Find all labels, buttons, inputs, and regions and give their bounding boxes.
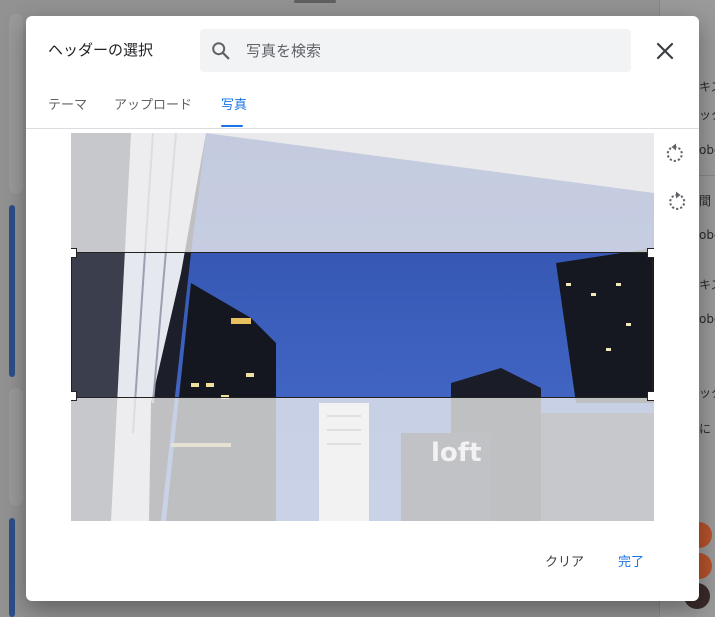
crop-dim-top <box>71 133 654 252</box>
background-text: obo <box>699 312 715 326</box>
background-text: obo <box>699 143 715 157</box>
close-icon[interactable] <box>653 39 677 63</box>
tab-upload[interactable]: アップロード <box>114 94 192 113</box>
photo-crop-area[interactable]: loft <box>71 133 654 521</box>
background-card <box>9 14 23 194</box>
background-text: obo <box>699 228 715 242</box>
tab-theme[interactable]: テーマ <box>48 94 87 113</box>
crop-selection[interactable] <box>71 252 653 398</box>
crop-handle-top-left[interactable] <box>71 248 77 258</box>
header-select-dialog: ヘッダーの選択 テーマ アップロード 写真 <box>26 16 699 601</box>
search-box[interactable] <box>200 29 631 72</box>
clear-button[interactable]: クリア <box>545 551 584 570</box>
rotate-left-icon[interactable] <box>664 142 688 166</box>
crop-handle-bottom-left[interactable] <box>71 391 77 401</box>
background-accent-bar <box>9 205 15 377</box>
background-text: に <box>699 422 712 436</box>
rotate-right-icon[interactable] <box>664 190 688 214</box>
background-text: 間 <box>699 194 712 208</box>
tab-divider <box>26 128 699 129</box>
background-drag-handle <box>294 0 336 3</box>
crop-handle-top-right[interactable] <box>647 248 654 258</box>
background-text: ッタ <box>699 108 715 122</box>
tab-photos[interactable]: 写真 <box>221 94 247 113</box>
dialog-title: ヘッダーの選択 <box>48 41 154 59</box>
search-icon <box>212 42 230 60</box>
background-text: キス <box>699 278 715 292</box>
crop-dim-bottom <box>71 397 654 521</box>
done-button[interactable]: 完了 <box>618 551 644 570</box>
search-input[interactable] <box>246 29 616 72</box>
background-accent-bar <box>9 518 15 617</box>
background-text: ッタ <box>699 386 715 400</box>
crop-handle-bottom-right[interactable] <box>647 391 654 401</box>
background-card <box>9 388 23 506</box>
background-text: キス <box>699 80 715 94</box>
active-tab-indicator <box>221 125 243 127</box>
